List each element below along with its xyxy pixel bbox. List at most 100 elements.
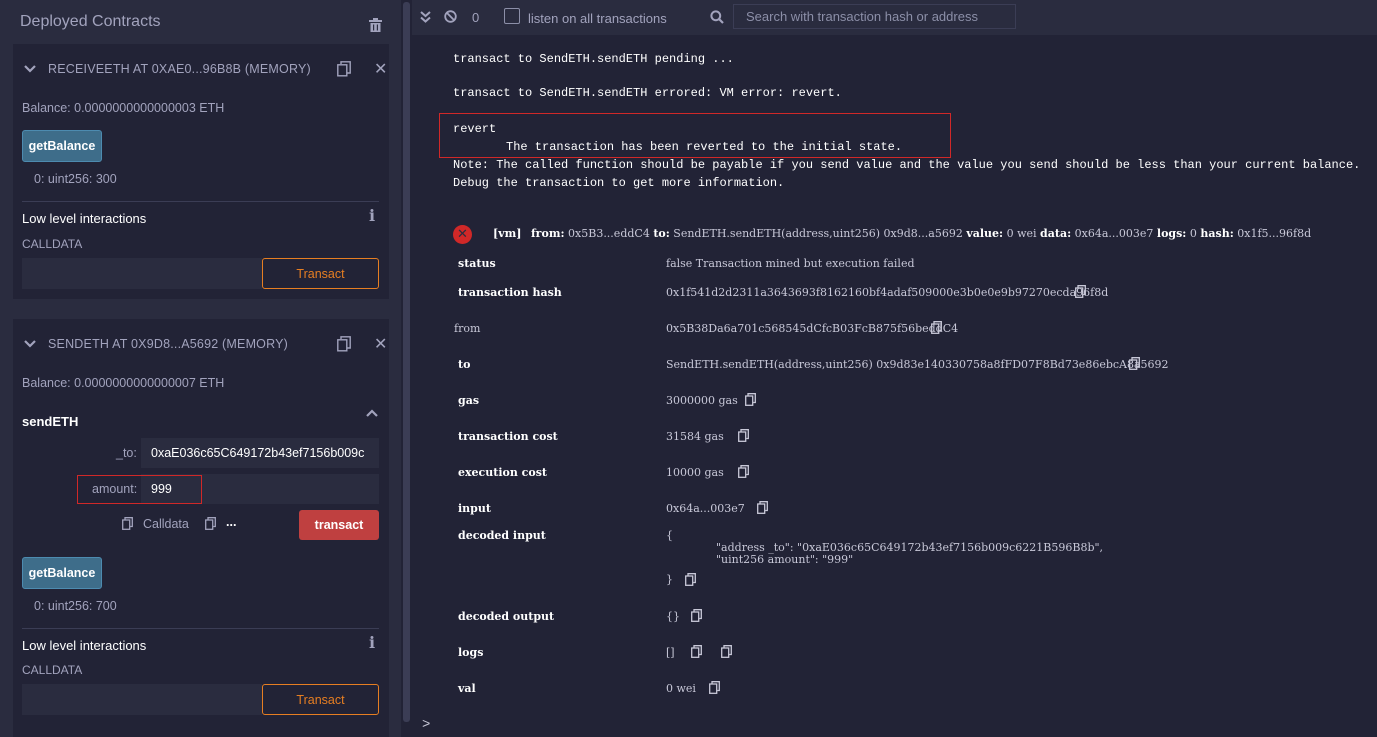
calldata-copy-label[interactable]: Calldata xyxy=(143,517,189,531)
row-value-transaction-cost: 31584 gas xyxy=(666,430,724,443)
row-key-val: val xyxy=(458,682,476,695)
row-value-execution-cost: 10000 gas xyxy=(666,466,724,479)
copy-icon[interactable] xyxy=(337,61,351,77)
row-value-logs: [] xyxy=(666,646,675,659)
param-to-input[interactable]: 0xaE036c65C649172b43ef7156b009c xyxy=(141,438,379,468)
row-key-execution-cost: execution cost xyxy=(458,466,547,479)
to-value: SendETH.sendETH(address,uint256) 0x9d8..… xyxy=(673,227,963,240)
ellipsis-label[interactable]: ... xyxy=(226,515,236,529)
copy-icon[interactable] xyxy=(1129,357,1140,370)
get-balance-output: 0: uint256: 300 xyxy=(34,172,117,186)
hash-value: 0x1f5...96f8d xyxy=(1237,227,1312,240)
copy-icon[interactable] xyxy=(721,645,732,658)
copy-icon[interactable] xyxy=(691,609,702,622)
hash-key: hash: xyxy=(1200,227,1234,240)
terminal-prompt[interactable]: > xyxy=(422,717,430,733)
log-line: transact to SendETH.sendETH errored: VM … xyxy=(453,86,842,100)
error-icon[interactable]: ✕ xyxy=(453,225,472,244)
transact-button[interactable]: Transact xyxy=(262,258,379,289)
double-chevron-down-icon[interactable] xyxy=(420,11,431,23)
deployed-contracts-panel: Deployed Contracts RECEIVEETH AT 0XAE0..… xyxy=(0,0,401,737)
from-key: from: xyxy=(530,227,565,240)
copy-icon[interactable] xyxy=(745,393,756,406)
copy-icon[interactable] xyxy=(205,517,216,530)
chevron-down-icon[interactable] xyxy=(24,63,36,75)
transact-function-button[interactable]: transact xyxy=(299,510,379,540)
contract-title: SENDETH AT 0X9D8...A5692 (MEMORY) xyxy=(48,337,289,351)
copy-icon[interactable] xyxy=(1075,285,1086,298)
pending-counter: 0 xyxy=(472,10,480,25)
left-scrollbar[interactable] xyxy=(401,0,412,737)
function-name: sendETH xyxy=(22,414,79,429)
row-value-to: SendETH.sendETH(address,uint256) 0x9d83e… xyxy=(666,358,1169,371)
copy-icon[interactable] xyxy=(337,336,351,352)
row-value-transaction-hash: 0x1f541d2d2311a3643693f8162160bf4adaf509… xyxy=(666,286,1109,299)
get-balance-button[interactable]: getBalance xyxy=(22,130,102,162)
chevron-down-icon[interactable] xyxy=(24,338,36,350)
get-balance-output: 0: uint256: 700 xyxy=(34,599,117,613)
value-value: 0 wei xyxy=(1006,227,1037,240)
data-key: data: xyxy=(1040,227,1072,240)
row-value-status: false Transaction mined but execution fa… xyxy=(666,257,915,270)
contract-balance: Balance: 0.0000000000000007 ETH xyxy=(22,376,225,390)
listen-label: listen on all transactions xyxy=(528,11,667,26)
close-icon[interactable]: ✕ xyxy=(374,59,387,79)
decoded-input-close: } xyxy=(666,573,673,586)
copy-icon[interactable] xyxy=(757,501,768,514)
get-balance-button[interactable]: getBalance xyxy=(22,557,102,589)
row-key-decoded-output: decoded output xyxy=(458,610,555,623)
close-icon[interactable]: ✕ xyxy=(374,334,387,354)
to-key: to: xyxy=(653,227,670,240)
search-input[interactable]: Search with transaction hash or address xyxy=(733,4,1016,29)
divider xyxy=(22,628,379,629)
calldata-label: CALLDATA xyxy=(22,237,83,251)
info-icon[interactable]: i xyxy=(369,206,375,225)
copy-icon[interactable] xyxy=(931,321,942,334)
trash-icon[interactable] xyxy=(369,18,382,32)
log-line: transact to SendETH.sendETH pending ... xyxy=(453,52,734,66)
scrollbar-thumb[interactable] xyxy=(403,2,410,722)
row-key-decoded-input: decoded input xyxy=(458,529,546,542)
copy-icon[interactable] xyxy=(122,517,133,530)
copy-icon[interactable] xyxy=(691,645,702,658)
clear-icon[interactable] xyxy=(444,10,457,23)
copy-icon[interactable] xyxy=(685,573,696,586)
info-icon[interactable]: i xyxy=(369,633,375,652)
row-value-val: 0 wei xyxy=(666,682,696,695)
divider xyxy=(22,201,379,202)
contract-title: RECEIVEETH AT 0XAE0...96B8B (MEMORY) xyxy=(48,62,311,76)
transact-button[interactable]: Transact xyxy=(262,684,379,715)
param-to-label: _to: xyxy=(116,446,137,460)
calldata-input[interactable] xyxy=(22,258,262,289)
log-line: The transaction has been reverted to the… xyxy=(506,140,903,154)
chevron-up-icon[interactable] xyxy=(366,407,378,419)
log-line: Debug the transaction to get more inform… xyxy=(453,176,785,190)
copy-icon[interactable] xyxy=(738,429,749,442)
vm-tag: [vm] xyxy=(493,227,522,240)
row-value-decoded-output: {} xyxy=(666,610,680,623)
log-line: Note: The called function should be paya… xyxy=(453,158,1361,172)
row-key-to: to xyxy=(458,358,471,371)
row-key-gas: gas xyxy=(458,394,480,407)
decoded-input-line: "uint256 amount": "999" xyxy=(716,553,854,566)
row-key-from: from xyxy=(454,322,481,335)
contract-balance: Balance: 0.0000000000000003 ETH xyxy=(22,101,225,115)
data-value: 0x64a...003e7 xyxy=(1074,227,1154,240)
row-value-from: 0x5B38Da6a701c568545dCfcB03FcB875f56bedd… xyxy=(666,322,959,335)
row-key-transaction-hash: transaction hash xyxy=(458,286,562,299)
row-key-status: status xyxy=(458,257,496,270)
tx-summary[interactable]: [vm] from: 0x5B3...eddC4 to: SendETH.sen… xyxy=(493,227,1311,240)
low-level-title: Low level interactions xyxy=(22,211,147,226)
logs-value: 0 xyxy=(1189,227,1197,240)
listen-checkbox[interactable] xyxy=(504,8,520,24)
calldata-input[interactable] xyxy=(22,684,262,715)
copy-icon[interactable] xyxy=(738,465,749,478)
terminal-panel: 0 listen on all transactions Search with… xyxy=(412,0,1377,737)
row-value-input: 0x64a...003e7 xyxy=(666,502,745,515)
copy-icon[interactable] xyxy=(709,681,720,694)
calldata-label: CALLDATA xyxy=(22,663,83,677)
row-key-transaction-cost: transaction cost xyxy=(458,430,558,443)
logs-key: logs: xyxy=(1156,227,1187,240)
panel-title: Deployed Contracts xyxy=(20,13,161,30)
row-key-logs: logs xyxy=(458,646,484,659)
